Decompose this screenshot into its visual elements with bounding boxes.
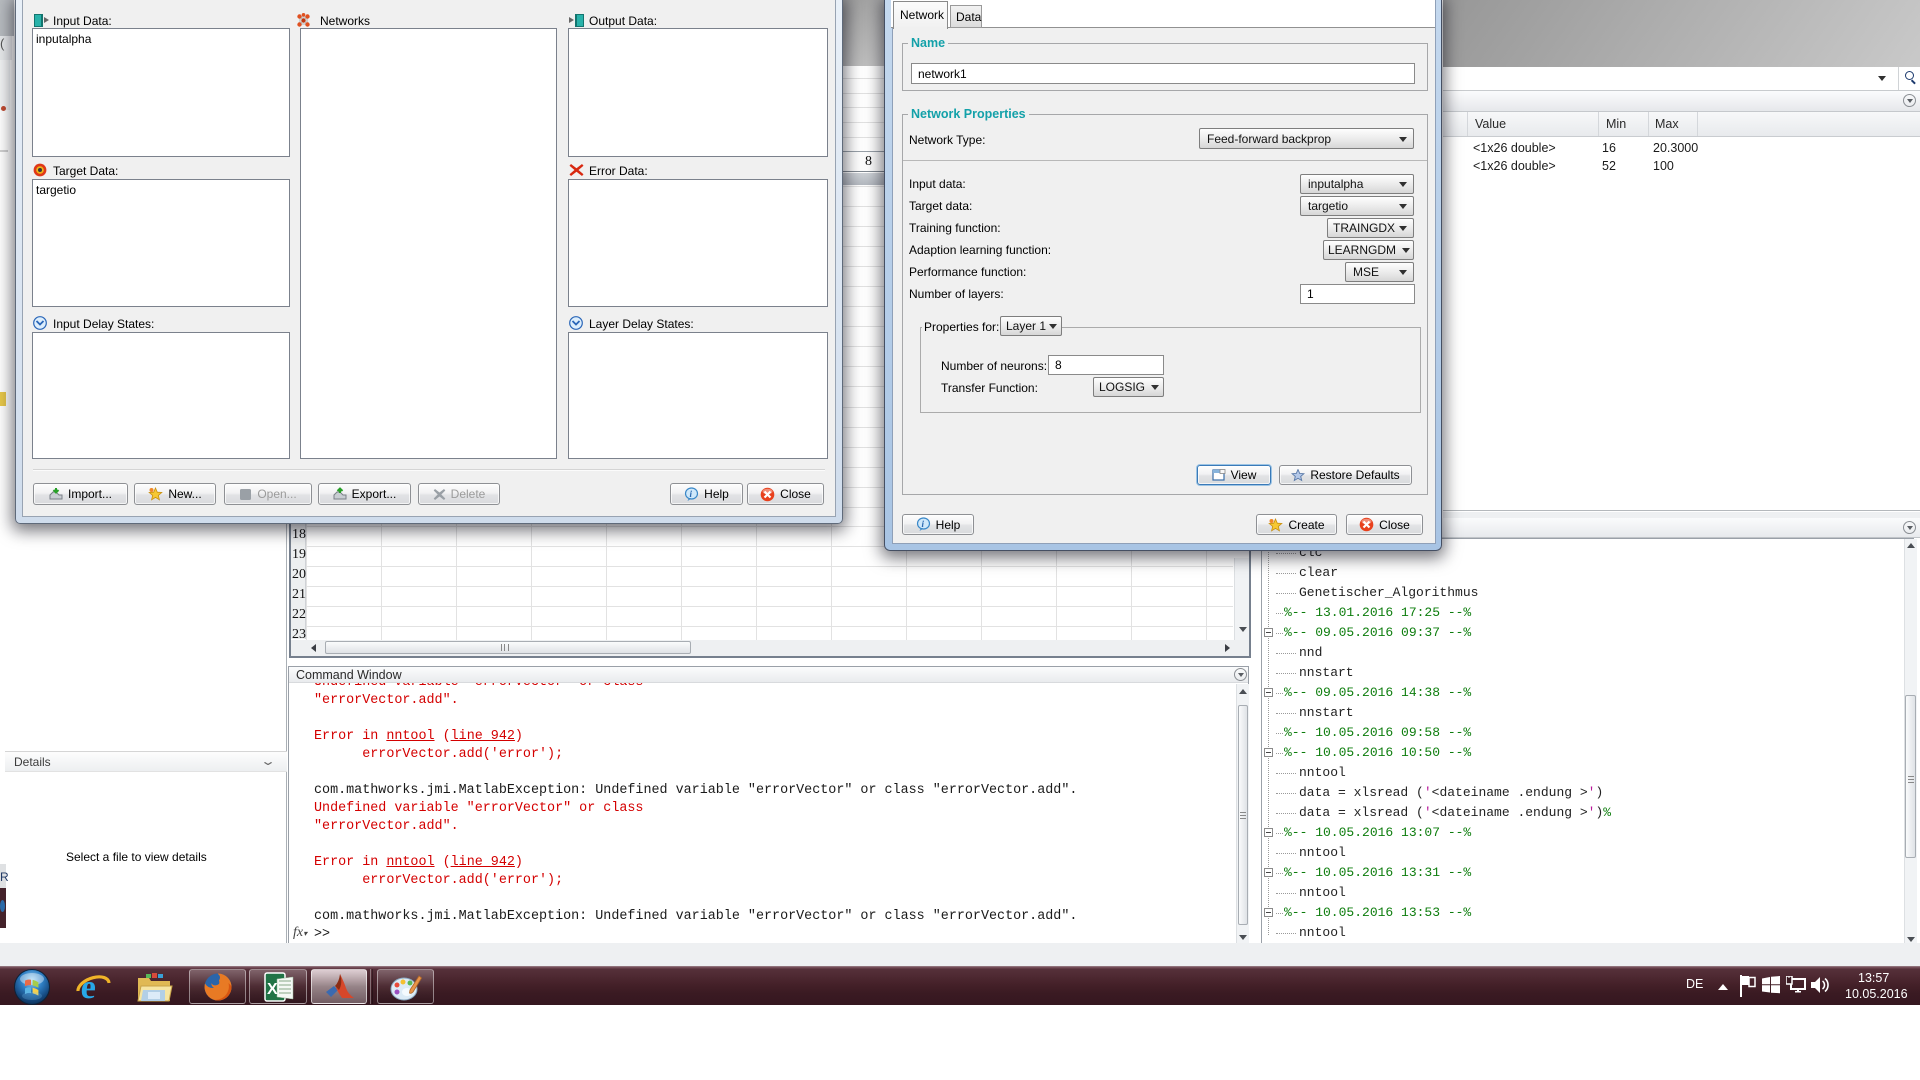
svg-text:X: X [267, 981, 278, 998]
